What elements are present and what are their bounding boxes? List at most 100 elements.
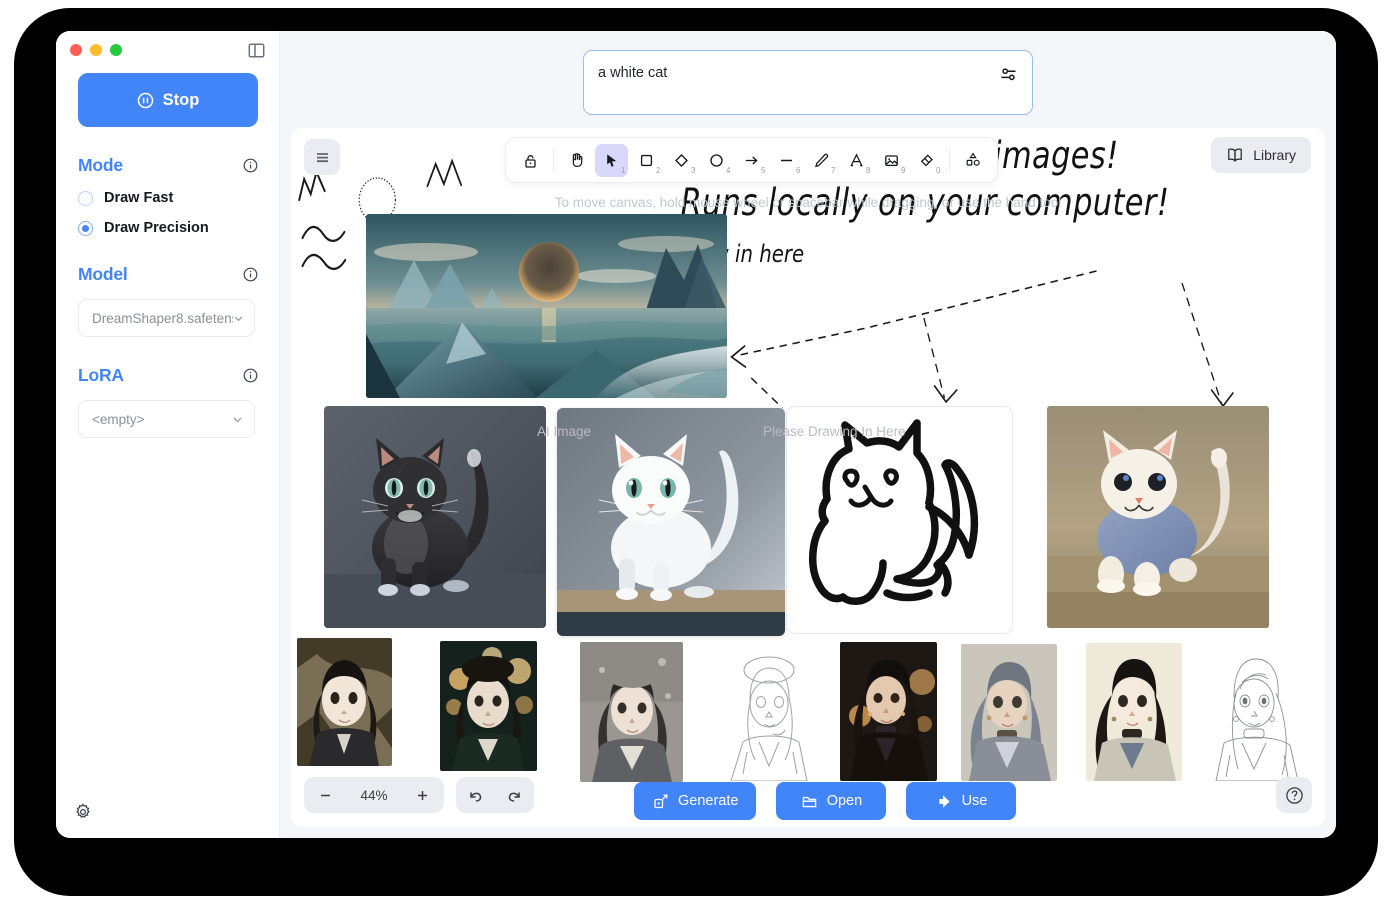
tool-shortcut: 3 bbox=[691, 166, 695, 175]
radio-draw-precision[interactable]: Draw Precision bbox=[78, 220, 257, 236]
sliders-icon[interactable] bbox=[999, 65, 1018, 84]
generate-icon bbox=[652, 793, 669, 810]
radio-draw-fast[interactable]: Draw Fast bbox=[78, 190, 257, 206]
tool-rectangle-icon[interactable]: 2 bbox=[630, 144, 663, 177]
zoom-level-value[interactable]: 44% bbox=[360, 788, 387, 803]
folder-icon bbox=[801, 793, 818, 810]
lora-select-value: <empty> bbox=[92, 412, 145, 427]
canvas-hint-text: To move canvas, hold mouse wheel or spac… bbox=[291, 195, 1325, 210]
user-sketch-cat[interactable] bbox=[786, 406, 1013, 634]
tool-arrow-icon[interactable]: 5 bbox=[735, 144, 768, 177]
question-mark-icon bbox=[1285, 786, 1304, 805]
section-header-model: Model bbox=[78, 264, 258, 285]
book-icon bbox=[1226, 146, 1244, 164]
radio-label-draw-precision: Draw Precision bbox=[104, 220, 209, 236]
generate-button-label: Generate bbox=[678, 793, 738, 809]
panel-toggle-icon[interactable] bbox=[248, 42, 265, 59]
section-header-mode: Mode bbox=[78, 155, 258, 176]
ai-image-dark-cat[interactable] bbox=[324, 406, 546, 628]
thumbnail-6[interactable] bbox=[961, 644, 1057, 781]
traffic-lights bbox=[70, 44, 122, 56]
tool-shortcut: 2 bbox=[656, 166, 660, 175]
app-window: Stop Mode Draw Fast Draw Prec bbox=[56, 31, 1336, 838]
chevron-down-icon bbox=[233, 313, 244, 324]
tool-line-icon[interactable]: 6 bbox=[770, 144, 803, 177]
thumbnail-4[interactable] bbox=[721, 642, 818, 781]
thumbnail-5[interactable] bbox=[840, 642, 937, 781]
generate-button[interactable]: Generate bbox=[634, 782, 756, 820]
info-icon[interactable] bbox=[243, 267, 258, 282]
info-icon[interactable] bbox=[243, 158, 258, 173]
zoom-out-button[interactable] bbox=[318, 788, 333, 803]
window-titlebar bbox=[56, 31, 279, 69]
label-please-drawing-in-here: Please Drawing In Here bbox=[763, 424, 906, 439]
undo-button[interactable] bbox=[467, 787, 484, 804]
use-button[interactable]: Use bbox=[906, 782, 1016, 820]
minimize-button[interactable] bbox=[90, 44, 102, 56]
tool-hand-icon[interactable] bbox=[560, 144, 593, 177]
zoom-in-button[interactable] bbox=[415, 788, 430, 803]
prompt-bar: Manual bbox=[280, 31, 1336, 131]
tool-image-icon[interactable]: 9 bbox=[875, 144, 908, 177]
use-button-label: Use bbox=[962, 793, 988, 809]
prompt-input-container[interactable] bbox=[583, 50, 1033, 115]
tool-shortcut: 9 bbox=[901, 166, 905, 175]
section-title-mode: Mode bbox=[78, 155, 123, 176]
tool-text-icon[interactable]: 8 bbox=[840, 144, 873, 177]
excalidraw-toolbar: 1 2 3 4 bbox=[505, 137, 998, 183]
gear-icon[interactable] bbox=[74, 803, 92, 821]
label-ai-image: AI Image bbox=[537, 424, 591, 439]
tool-shortcut: 7 bbox=[831, 166, 835, 175]
tool-shapes-icon[interactable] bbox=[956, 144, 989, 177]
radio-label-draw-fast: Draw Fast bbox=[104, 190, 173, 206]
thumbnail-7[interactable] bbox=[1086, 643, 1182, 781]
use-arrow-icon bbox=[936, 793, 953, 810]
toolbar-divider bbox=[553, 149, 554, 171]
radio-indicator bbox=[78, 221, 93, 236]
chevron-down-icon bbox=[231, 413, 244, 426]
section-header-lora: LoRA bbox=[78, 365, 258, 386]
thumbnail-2[interactable] bbox=[440, 641, 537, 771]
ai-image-clay-cat[interactable] bbox=[1047, 406, 1269, 628]
section-title-model: Model bbox=[78, 264, 128, 285]
zoom-control: 44% bbox=[304, 777, 444, 813]
lora-select[interactable]: <empty> bbox=[78, 400, 255, 438]
tool-lock-icon[interactable] bbox=[514, 144, 547, 177]
maximize-button[interactable] bbox=[110, 44, 122, 56]
ai-landscape-image[interactable] bbox=[366, 214, 727, 398]
tool-eraser-icon[interactable]: 0 bbox=[910, 144, 943, 177]
stop-circle-icon bbox=[137, 92, 154, 109]
model-select[interactable]: DreamShaper8.safetensors bbox=[78, 299, 255, 337]
drawing-canvas[interactable]: 1 2 3 4 bbox=[291, 128, 1325, 827]
tool-ellipse-icon[interactable]: 4 bbox=[700, 144, 733, 177]
tool-selection-icon[interactable]: 1 bbox=[595, 144, 628, 177]
stop-button[interactable]: Stop bbox=[78, 73, 258, 127]
thumbnail-1[interactable] bbox=[297, 638, 392, 766]
tool-shortcut: 4 bbox=[726, 166, 730, 175]
prompt-input[interactable] bbox=[598, 63, 999, 83]
thumbnail-8[interactable] bbox=[1208, 643, 1304, 781]
history-control bbox=[456, 777, 534, 813]
ai-image-white-cat[interactable] bbox=[557, 408, 785, 636]
radio-indicator bbox=[78, 191, 93, 206]
tool-shortcut: 0 bbox=[936, 166, 940, 175]
info-icon[interactable] bbox=[243, 368, 258, 383]
tool-shortcut: 6 bbox=[796, 166, 800, 175]
tool-draw-icon[interactable]: 7 bbox=[805, 144, 838, 177]
tool-shortcut: 5 bbox=[761, 166, 765, 175]
stop-button-label: Stop bbox=[163, 91, 200, 110]
toolbar-divider bbox=[949, 149, 950, 171]
redo-button[interactable] bbox=[506, 787, 523, 804]
sidebar: Stop Mode Draw Fast Draw Prec bbox=[56, 31, 280, 838]
library-button[interactable]: Library bbox=[1211, 137, 1311, 173]
help-button[interactable] bbox=[1276, 777, 1312, 813]
close-button[interactable] bbox=[70, 44, 82, 56]
thumbnail-3[interactable] bbox=[580, 642, 683, 782]
tool-diamond-icon[interactable]: 3 bbox=[665, 144, 698, 177]
open-button[interactable]: Open bbox=[776, 782, 886, 820]
library-button-label: Library bbox=[1253, 147, 1296, 163]
hamburger-icon[interactable] bbox=[304, 139, 340, 175]
main-area: Manual bbox=[280, 31, 1336, 838]
section-title-lora: LoRA bbox=[78, 365, 124, 386]
tool-shortcut: 8 bbox=[866, 166, 870, 175]
